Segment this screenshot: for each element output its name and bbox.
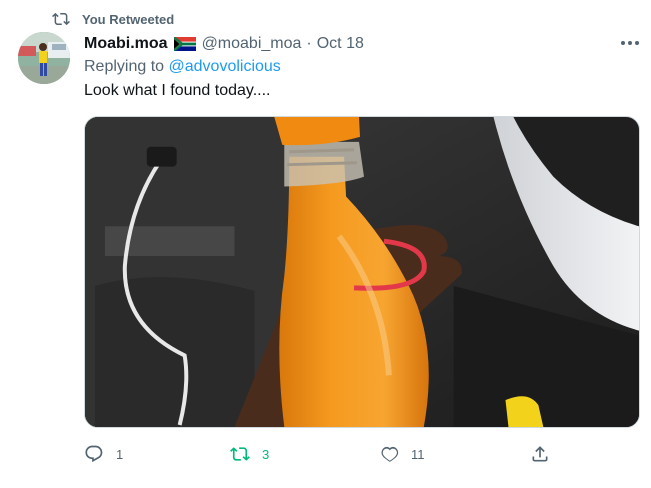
like-button[interactable]: 11 (379, 442, 425, 466)
more-options-button[interactable] (618, 33, 642, 53)
tweet[interactable]: You Retweeted Moabi.moa @moabi_moa · Oct… (0, 0, 651, 488)
author-handle[interactable]: @moabi_moa (202, 35, 302, 53)
photo-orange-juice-bottle-icon (85, 117, 639, 427)
more-dot-icon (635, 41, 639, 45)
retweet-context: You Retweeted (52, 10, 174, 28)
author-name[interactable]: Moabi.moa (84, 35, 168, 53)
avatar[interactable] (18, 32, 70, 84)
share-button[interactable] (530, 442, 550, 466)
retweet-context-label: You Retweeted (82, 11, 175, 27)
reply-icon (85, 445, 103, 463)
retweet-count: 3 (262, 446, 270, 462)
tweet-media-image[interactable] (84, 116, 640, 428)
more-dot-icon (621, 41, 625, 45)
heart-icon (381, 446, 399, 462)
reply-count: 1 (116, 446, 124, 462)
tweet-header: Moabi.moa @moabi_moa · Oct 18 (84, 33, 364, 55)
tweet-text: Look what I found today.... (84, 82, 271, 99)
replying-to: Replying to @advovolicious (84, 58, 281, 76)
replying-to-label: Replying to (84, 58, 165, 75)
timestamp[interactable]: Oct 18 (317, 35, 364, 53)
retweet-button[interactable]: 3 (230, 442, 269, 466)
like-count: 11 (411, 446, 425, 462)
retweet-icon (52, 12, 70, 26)
separator-dot: · (306, 35, 312, 52)
tweet-actions: 1 3 11 (84, 442, 640, 466)
reply-mention-link[interactable]: @advovolicious (169, 58, 281, 75)
share-icon (532, 446, 548, 462)
reply-button[interactable]: 1 (84, 442, 123, 466)
retweet-icon (230, 447, 250, 461)
more-dot-icon (628, 41, 632, 45)
south-africa-flag-icon (173, 37, 196, 51)
